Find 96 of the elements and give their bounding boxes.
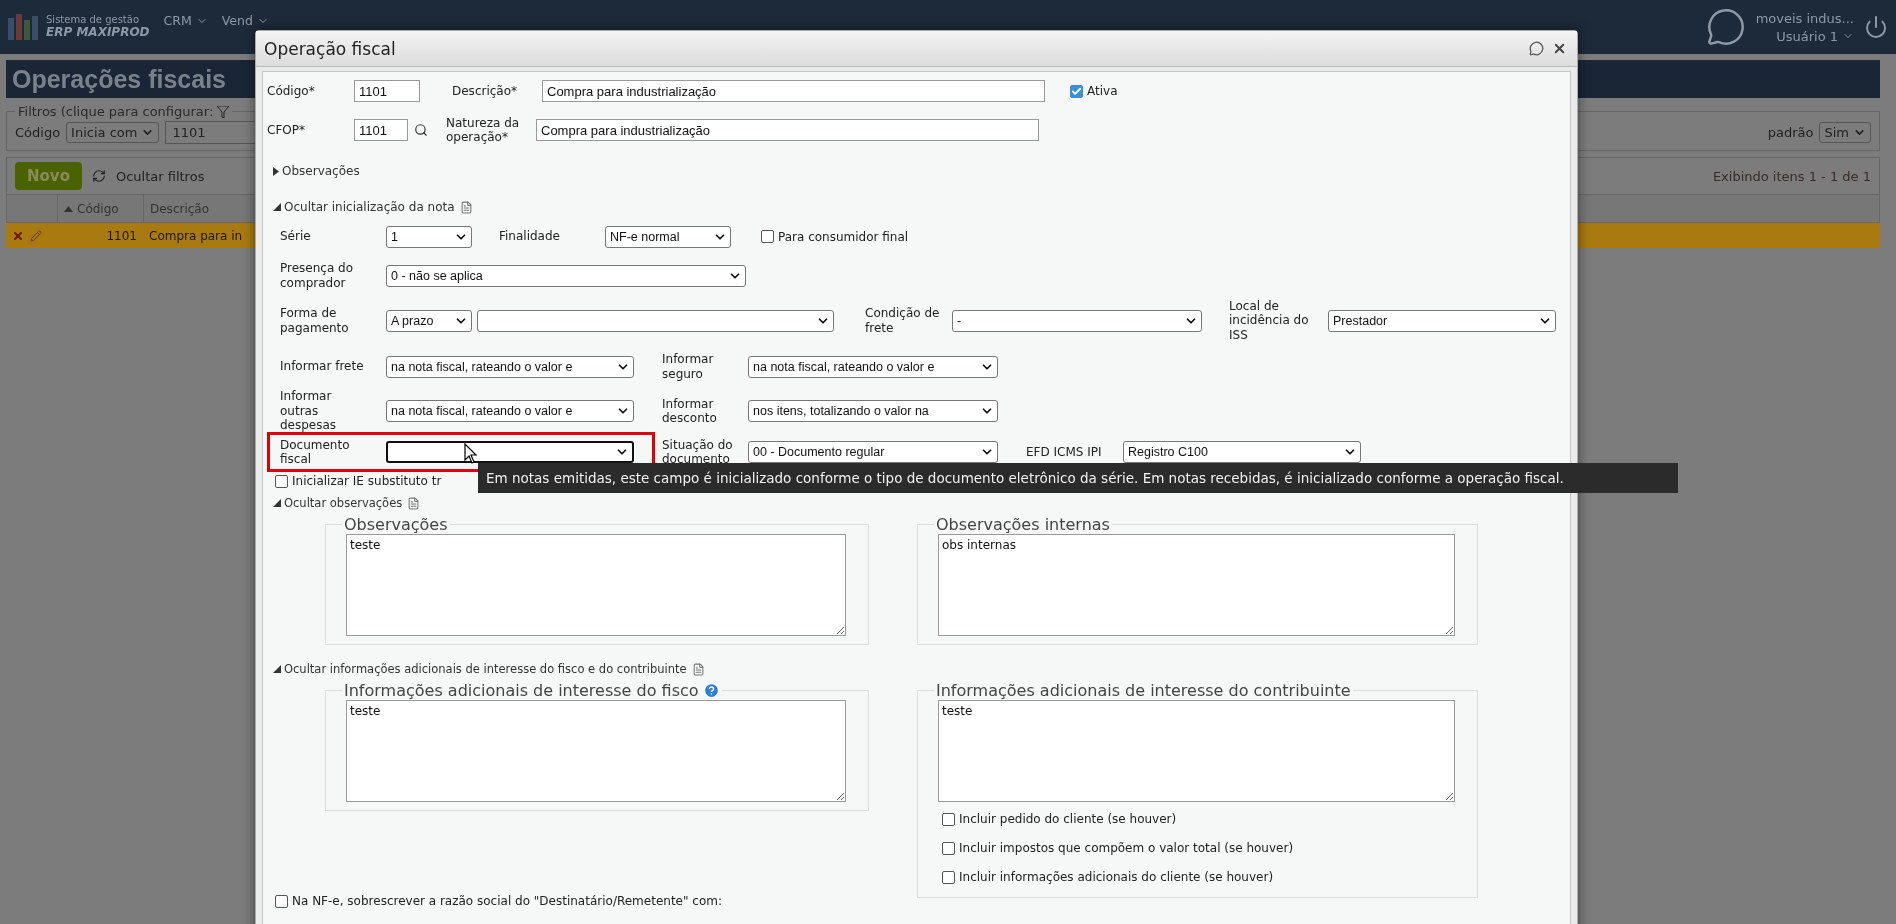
fieldset-legend: Informações adicionais de interesse do contribuinte: [936, 681, 1351, 700]
triangle-down-icon: [273, 203, 281, 211]
tooltip: Em notas emitidas, este campo é inicializado conforme o tipo de documento eletrônico da série. Em notas recebidas, é inicializado conforme a operação fiscal.: [478, 463, 1678, 494]
dropdown[interactable]: na nota fiscal, rateando o valor e: [386, 400, 634, 422]
text-field[interactable]: Compra para industrialização: [542, 80, 1045, 102]
text-area[interactable]: obs internas: [938, 534, 1455, 636]
checkbox[interactable]: [942, 841, 955, 855]
dropdown[interactable]: 1: [386, 225, 472, 248]
table-cell-text: 1101: [105, 227, 138, 245]
dropdown[interactable]: 0 - não se aplica: [386, 264, 746, 287]
dropdown[interactable]: Registro C100: [1123, 441, 1361, 463]
checkbox[interactable]: [761, 230, 774, 243]
fieldset-legend: Observações internas: [936, 515, 1110, 534]
company-name: moveis indus...: [1755, 10, 1854, 26]
text-field[interactable]: 1101: [354, 80, 420, 102]
checkbox-label: Para consumidor final: [778, 229, 909, 244]
field-label: Condição de frete: [865, 306, 941, 335]
text-field[interactable]: Compra para industrialização: [536, 119, 1039, 141]
triangle-down-icon: [273, 665, 281, 673]
close-icon[interactable]: [1552, 41, 1567, 56]
hide-filters-button[interactable]: Ocultar filtros: [115, 168, 205, 184]
document-icon: [459, 200, 473, 214]
field-label: Presença do comprador: [280, 261, 355, 290]
checkbox[interactable]: [1070, 84, 1083, 98]
section-toggle[interactable]: Ocultar inicialização da nota: [284, 200, 455, 214]
field-label: CFOP*: [267, 122, 306, 138]
checkbox[interactable]: [275, 894, 288, 908]
section-toggle[interactable]: Observações: [282, 164, 360, 178]
dropdown[interactable]: [386, 441, 634, 463]
comment-icon[interactable]: [1529, 41, 1544, 56]
dropdown[interactable]: 00 - Documento regular: [748, 441, 998, 463]
dropdown[interactable]: na nota fiscal, rateando o valor e: [748, 355, 998, 378]
power-icon[interactable]: [1864, 15, 1888, 39]
field-label: Código*: [267, 83, 316, 99]
help-icon[interactable]: [702, 682, 720, 699]
checkbox-label: Incluir pedido do cliente (se houver): [959, 812, 1177, 826]
section-toggle[interactable]: Ocultar informações adicionais de interesse do fisco e do contribuinte: [284, 662, 687, 676]
dropdown[interactable]: Sim: [1819, 122, 1871, 143]
text-area[interactable]: teste: [346, 534, 846, 636]
logo-icon: [8, 14, 40, 40]
field-label: Local de incidência do ISS: [1229, 298, 1310, 343]
dropdown[interactable]: NF-e normal: [605, 225, 731, 248]
menu-item[interactable]: CRM: [163, 13, 208, 28]
field-label: Documento fiscal: [280, 437, 351, 467]
fieldset-legend: Observações: [344, 515, 448, 534]
field-label: EFD ICMS IPI: [1026, 444, 1103, 460]
filter-label: Código: [15, 125, 61, 140]
dropdown[interactable]: -: [952, 309, 1202, 332]
checkbox[interactable]: [942, 870, 955, 884]
section-toggle[interactable]: Ocultar observações: [284, 496, 403, 510]
dropdown[interactable]: Inicia com: [66, 122, 160, 143]
document-icon: [691, 662, 705, 676]
dialog-title: Operação fiscal: [264, 38, 396, 59]
check-icon: [1071, 85, 1082, 97]
text-area[interactable]: teste: [346, 700, 846, 802]
fieldset-legend: Informações adicionais de interesse do fisco: [344, 681, 699, 700]
mouse-pointer-icon: [464, 443, 478, 464]
checkbox-label: Incluir informações adicionais do cliente (se houver): [959, 870, 1274, 884]
field-label: Natureza da operação*: [446, 115, 521, 145]
field-label: Informar seguro: [662, 352, 715, 381]
filter-label: padrão: [1767, 125, 1814, 140]
document-icon: [407, 496, 421, 510]
triangle-right-icon: [273, 166, 279, 176]
funnel-icon: [217, 105, 230, 118]
delete-icon[interactable]: [12, 229, 24, 242]
dropdown[interactable]: Prestador: [1328, 309, 1556, 332]
checkbox-label: Ativa: [1087, 84, 1118, 98]
field-label: Finalidade: [499, 229, 561, 244]
brand-subtitle: Sistema de gestão: [46, 14, 140, 26]
filter-legend[interactable]: Filtros (clique para configurar:: [18, 104, 214, 119]
menu-item[interactable]: Vend: [221, 13, 269, 28]
checkbox-label: Na NF-e, sobrescrever a razão social do "Destinatário/Remetente" com:: [292, 894, 722, 908]
dropdown[interactable]: na nota fiscal, rateando o valor e: [386, 355, 634, 378]
text-area[interactable]: teste: [938, 700, 1455, 802]
brand-name: ERP MAXIPROD: [46, 25, 150, 40]
pencil-icon[interactable]: [30, 229, 42, 242]
table-cell-text: Compra para in: [148, 227, 244, 245]
triangle-down-icon: [273, 499, 281, 507]
refresh-icon[interactable]: [91, 169, 106, 183]
search-icon[interactable]: [414, 123, 428, 137]
field-label: Informar frete: [280, 359, 365, 374]
user-menu[interactable]: Usuário 1: [1776, 28, 1854, 44]
field-label: Informar desconto: [662, 396, 718, 426]
text-field[interactable]: 1101: [354, 119, 408, 141]
dropdown[interactable]: nos itens, totalizando o valor na: [748, 400, 998, 422]
field-label: Série: [280, 229, 312, 244]
field-label: Descrição*: [452, 83, 519, 99]
dropdown[interactable]: A prazo: [386, 309, 472, 332]
chat-icon[interactable]: [1705, 7, 1746, 47]
checkbox-label: Inicializar IE substituto tr: [292, 474, 442, 488]
checkbox[interactable]: [275, 474, 288, 488]
checkbox-label: Incluir impostos que compõem o valor total (se houver): [959, 841, 1294, 855]
field-label: Informar outras despesas: [280, 389, 338, 433]
field-label: Forma de pagamento: [280, 306, 350, 335]
checkbox[interactable]: [942, 812, 955, 826]
pagination-info: Exibindo itens 1 - 1 de 1: [1712, 168, 1871, 184]
